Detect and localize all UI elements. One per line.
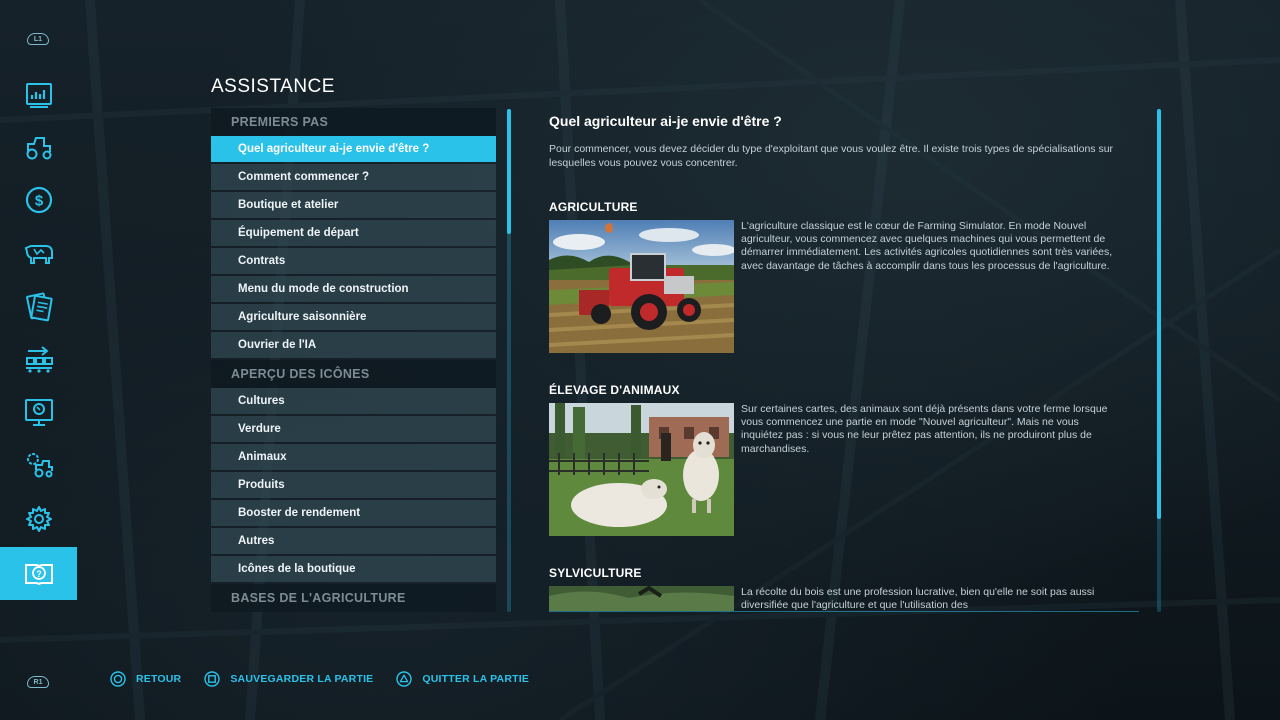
list-item[interactable]: Menu du mode de construction [211,276,496,302]
circle-button-icon [110,671,126,687]
list-item[interactable]: Verdure [211,416,496,442]
save-game-button[interactable]: SAUVEGARDER LA PARTIE [204,671,373,687]
list-item[interactable]: Équipement de départ [211,220,496,246]
quit-game-button[interactable]: QUITTER LA PARTIE [396,671,529,687]
list-item[interactable]: Agriculture saisonnière [211,304,496,330]
footer-button-bar: RETOUR SAUVEGARDER LA PARTIE QUITTER LA … [110,671,552,687]
content-intro: Pour commencer, vous devez décider du ty… [549,143,1114,169]
sidebar-item-finances[interactable]: $ [0,174,77,226]
category-apercu-des-icones[interactable]: APERÇU DES ICÔNES [211,360,496,388]
square-button-icon [204,671,221,687]
sidebar: L1 $ ? R1 [0,0,77,720]
list-item-selected[interactable]: Quel agriculteur ai-je envie d'être ? [211,136,496,162]
section-title-sylviculture: SYLVICULTURE [549,566,642,580]
l1-shoulder-hint: L1 [27,33,49,45]
category-premiers-pas[interactable]: PREMIERS PAS [211,108,496,136]
list-item[interactable]: Ouvrier de l'IA [211,332,496,358]
sidebar-item-garage[interactable] [0,439,77,491]
sheep-farm-image [549,403,734,536]
list-item[interactable]: Boutique et atelier [211,192,496,218]
tractor-icon [26,137,51,160]
sidebar-item-contracts[interactable] [0,280,77,332]
list-scrollbar[interactable] [507,109,511,612]
list-item[interactable]: Comment commencer ? [211,164,496,190]
content-scrollbar-thumb[interactable] [1157,109,1161,519]
sidebar-item-map[interactable] [0,386,77,438]
help-content-panel: Quel agriculteur ai-je envie d'être ? Po… [549,108,1129,611]
section-title-elevage: ÉLEVAGE D'ANIMAUX [549,383,680,397]
dollar-icon: $ [25,186,52,214]
gear-icon [25,506,52,532]
tractor-field-image [549,220,734,353]
content-title: Quel agriculteur ai-je envie d'être ? [549,113,782,129]
section-text-agriculture: L'agriculture classique est le cœur de F… [741,220,1113,272]
list-item[interactable]: Autres [211,528,496,554]
sidebar-item-settings[interactable] [0,493,77,545]
content-scrollbar[interactable] [1157,109,1161,612]
r1-shoulder-hint: R1 [27,676,49,688]
sidebar-item-statistics[interactable] [0,69,77,121]
list-item[interactable]: Cultures [211,388,496,414]
help-topic-list: PREMIERS PAS Quel agriculteur ai-je envi… [211,108,496,612]
svg-text:?: ? [36,569,42,579]
back-button[interactable]: RETOUR [110,671,181,687]
svg-text:$: $ [34,193,43,210]
cow-icon [24,245,53,264]
section-title-agriculture: AGRICULTURE [549,200,638,214]
help-book-icon: ? [24,563,53,585]
sidebar-item-vehicles[interactable] [0,121,77,173]
section-text-sylviculture: La récolte du bois est une profession lu… [741,586,1095,611]
save-game-button-label: SAUVEGARDER LA PARTIE [230,673,374,685]
forestry-image [549,586,734,611]
production-chain-icon [25,346,53,373]
list-item[interactable]: Produits [211,472,496,498]
section-text-elevage: Sur certaines cartes, des animaux sont d… [741,403,1108,455]
list-scrollbar-thumb[interactable] [507,109,511,234]
list-item[interactable]: Icônes de la boutique [211,556,496,582]
contracts-icon [25,292,53,322]
category-bases-agriculture[interactable]: BASES DE L'AGRICULTURE [211,584,496,612]
map-pin-board-icon [24,399,53,426]
stats-chart-icon [25,83,52,108]
garage-settings-icon [26,453,53,478]
sidebar-item-help[interactable]: ? [0,547,77,600]
sidebar-item-animals[interactable] [0,227,77,279]
list-item[interactable]: Booster de rendement [211,500,496,526]
page-title: ASSISTANCE [211,76,335,97]
back-button-label: RETOUR [136,673,182,685]
list-item[interactable]: Animaux [211,444,496,470]
content-divider [549,611,1139,612]
list-item[interactable]: Contrats [211,248,496,274]
quit-game-button-label: QUITTER LA PARTIE [422,673,530,685]
sidebar-item-production[interactable] [0,333,77,385]
triangle-button-icon [396,671,413,687]
